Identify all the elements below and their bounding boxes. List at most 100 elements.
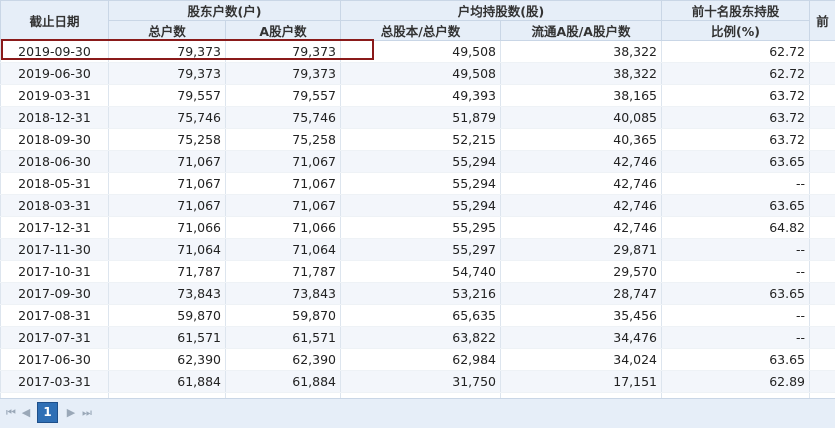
cell-avg-total: 54,740: [341, 261, 501, 283]
cell-date: 2017-11-30: [1, 239, 109, 261]
cell-top10-ratio: 63.65: [662, 283, 810, 305]
cell-extra: [810, 217, 835, 239]
cell-avg-float: 40,085: [501, 107, 662, 129]
cell-date: 2018-05-31: [1, 173, 109, 195]
cell-extra: [810, 195, 835, 217]
cell-a-holders: 61,571: [226, 327, 341, 349]
table-row[interactable]: 2018-09-3075,25875,25852,21540,36563.72: [1, 129, 835, 151]
cell-avg-total: 49,508: [341, 63, 501, 85]
cell-avg-float: 38,165: [501, 85, 662, 107]
cell-a-holders: 75,258: [226, 129, 341, 151]
table-row[interactable]: 2017-12-3171,06671,06655,29542,74664.82: [1, 217, 835, 239]
next-page-icon[interactable]: ▶: [64, 406, 78, 420]
table-row[interactable]: 2017-03-3161,88461,88431,75017,15162.89: [1, 371, 835, 393]
cell-total-holders: 71,067: [109, 151, 226, 173]
cell-a-holders: 71,787: [226, 261, 341, 283]
current-page-button[interactable]: 1: [37, 402, 58, 423]
table-row[interactable]: 2018-12-3175,74675,74651,87940,08563.72: [1, 107, 835, 129]
cell-a-holders: 59,870: [226, 305, 341, 327]
cell-avg-float: 42,746: [501, 173, 662, 195]
cell-avg-total: 65,635: [341, 305, 501, 327]
cell-top10-ratio: 63.72: [662, 129, 810, 151]
cell-extra: [810, 261, 835, 283]
cell-total-holders: 71,067: [109, 195, 226, 217]
cell-avg-float: 42,746: [501, 151, 662, 173]
cell-top10-ratio: 62.72: [662, 63, 810, 85]
cell-a-holders: 75,746: [226, 107, 341, 129]
cell-extra: [810, 129, 835, 151]
header-avg-float[interactable]: 流通A股/A股户数: [501, 21, 662, 41]
cell-total-holders: 71,066: [109, 217, 226, 239]
cell-top10-ratio: 63.72: [662, 107, 810, 129]
header-top10-line1[interactable]: 前十名股东持股: [662, 1, 810, 21]
cell-extra: [810, 305, 835, 327]
cell-total-holders: 71,064: [109, 239, 226, 261]
cell-extra: [810, 371, 835, 393]
cell-extra: [810, 85, 835, 107]
cell-a-holders: 71,064: [226, 239, 341, 261]
cell-date: 2019-03-31: [1, 85, 109, 107]
table-row[interactable]: 2017-10-3171,78771,78754,74029,570--: [1, 261, 835, 283]
table-row[interactable]: 2019-03-3179,55779,55749,39338,16563.72: [1, 85, 835, 107]
cell-top10-ratio: --: [662, 173, 810, 195]
cell-a-holders: 61,884: [226, 371, 341, 393]
cell-extra: [810, 349, 835, 371]
cell-avg-total: 55,297: [341, 239, 501, 261]
header-total-holders[interactable]: 总户数: [109, 21, 226, 41]
cell-avg-float: 29,570: [501, 261, 662, 283]
prev-page-icon[interactable]: ◀: [19, 406, 33, 420]
cell-extra: [810, 151, 835, 173]
pagination-bar: ⏮ ◀ 1 ▶ ⏭: [0, 398, 835, 428]
cell-total-holders: 79,373: [109, 41, 226, 63]
cell-extra: [810, 41, 835, 63]
table-row[interactable]: 2018-06-3071,06771,06755,29442,74663.65: [1, 151, 835, 173]
cell-top10-ratio: 63.65: [662, 349, 810, 371]
table-row[interactable]: 2017-11-3071,06471,06455,29729,871--: [1, 239, 835, 261]
table-row[interactable]: 2017-09-3073,84373,84353,21628,74763.65: [1, 283, 835, 305]
cell-avg-float: 35,456: [501, 305, 662, 327]
cell-extra: [810, 327, 835, 349]
cell-extra: [810, 63, 835, 85]
cell-avg-float: 38,322: [501, 63, 662, 85]
table-row[interactable]: 2017-06-3062,39062,39062,98434,02463.65: [1, 349, 835, 371]
table-row[interactable]: 2019-06-3079,37379,37349,50838,32262.72: [1, 63, 835, 85]
cell-extra: [810, 107, 835, 129]
cell-avg-total: 49,508: [341, 41, 501, 63]
cell-avg-float: 34,024: [501, 349, 662, 371]
header-extra-cut[interactable]: 前: [810, 1, 835, 41]
cell-avg-float: 29,871: [501, 239, 662, 261]
header-holders-group: 股东户数(户): [109, 1, 341, 21]
cell-date: 2019-09-30: [1, 41, 109, 63]
cell-avg-total: 63,822: [341, 327, 501, 349]
cell-top10-ratio: 62.89: [662, 371, 810, 393]
cell-a-holders: 71,067: [226, 173, 341, 195]
first-page-icon[interactable]: ⏮: [4, 406, 18, 420]
cell-total-holders: 61,571: [109, 327, 226, 349]
cell-total-holders: 75,746: [109, 107, 226, 129]
cell-total-holders: 61,884: [109, 371, 226, 393]
cell-avg-float: 34,476: [501, 327, 662, 349]
cell-avg-total: 31,750: [341, 371, 501, 393]
header-top10-line2[interactable]: 比例(%): [662, 21, 810, 41]
table-row[interactable]: 2018-05-3171,06771,06755,29442,746--: [1, 173, 835, 195]
header-a-holders[interactable]: A股户数: [226, 21, 341, 41]
cell-date: 2017-07-31: [1, 327, 109, 349]
cell-extra: [810, 283, 835, 305]
cell-a-holders: 71,067: [226, 151, 341, 173]
table-row[interactable]: 2019-09-3079,37379,37349,50838,32262.72: [1, 41, 835, 63]
last-page-icon[interactable]: ⏭: [80, 406, 94, 420]
cell-total-holders: 59,870: [109, 305, 226, 327]
table-body: 2019-09-3079,37379,37349,50838,32262.722…: [1, 41, 835, 415]
cell-top10-ratio: 63.72: [662, 85, 810, 107]
shareholder-table: 截止日期 股东户数(户) 户均持股数(股) 前十名股东持股 前 总户数 A股户数…: [0, 0, 835, 415]
cell-avg-total: 52,215: [341, 129, 501, 151]
header-avg-total[interactable]: 总股本/总户数: [341, 21, 501, 41]
cell-date: 2017-06-30: [1, 349, 109, 371]
cell-total-holders: 71,787: [109, 261, 226, 283]
table-row[interactable]: 2017-07-3161,57161,57163,82234,476--: [1, 327, 835, 349]
cell-avg-float: 38,322: [501, 41, 662, 63]
header-date[interactable]: 截止日期: [1, 1, 109, 41]
table-row[interactable]: 2017-08-3159,87059,87065,63535,456--: [1, 305, 835, 327]
table-row[interactable]: 2018-03-3171,06771,06755,29442,74663.65: [1, 195, 835, 217]
cell-date: 2018-12-31: [1, 107, 109, 129]
